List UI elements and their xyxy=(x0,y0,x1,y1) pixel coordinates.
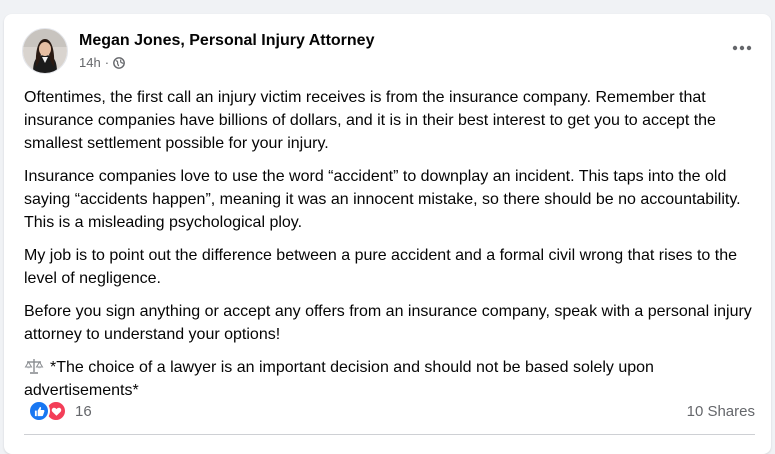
like-icon xyxy=(28,400,50,422)
post-card: Megan Jones, Personal Injury Attorney 14… xyxy=(4,14,771,454)
post-meta: Megan Jones, Personal Injury Attorney 14… xyxy=(79,28,374,70)
shares-count[interactable]: 10 Shares xyxy=(687,403,755,420)
post-subline: 14h · xyxy=(79,55,374,70)
post-disclaimer: *The choice of a lawyer is an important … xyxy=(24,356,759,402)
more-options-icon[interactable] xyxy=(729,38,755,58)
post-footer: 16 10 Shares xyxy=(28,398,755,424)
globe-icon[interactable] xyxy=(113,56,125,69)
reactions-summary[interactable]: 16 xyxy=(28,400,92,422)
post-body: Oftentimes, the first call an injury vic… xyxy=(24,86,759,412)
post-paragraph: Oftentimes, the first call an injury vic… xyxy=(24,89,716,152)
disclaimer-text: *The choice of a lawyer is an important … xyxy=(24,359,654,399)
separator-dot: · xyxy=(104,55,110,70)
avatar-image xyxy=(23,29,67,73)
author-name[interactable]: Megan Jones, Personal Injury Attorney xyxy=(79,31,374,51)
author-avatar[interactable] xyxy=(22,28,68,74)
post-paragraph: My job is to point out the difference be… xyxy=(24,247,737,287)
footer-divider xyxy=(24,434,755,435)
post-header: Megan Jones, Personal Injury Attorney 14… xyxy=(22,28,374,74)
post-paragraph: Insurance companies love to use the word… xyxy=(24,168,741,231)
scales-icon xyxy=(24,356,44,376)
reaction-count[interactable]: 16 xyxy=(75,403,92,420)
post-paragraph: Before you sign anything or accept any o… xyxy=(24,303,752,343)
post-timestamp[interactable]: 14h xyxy=(79,55,101,70)
